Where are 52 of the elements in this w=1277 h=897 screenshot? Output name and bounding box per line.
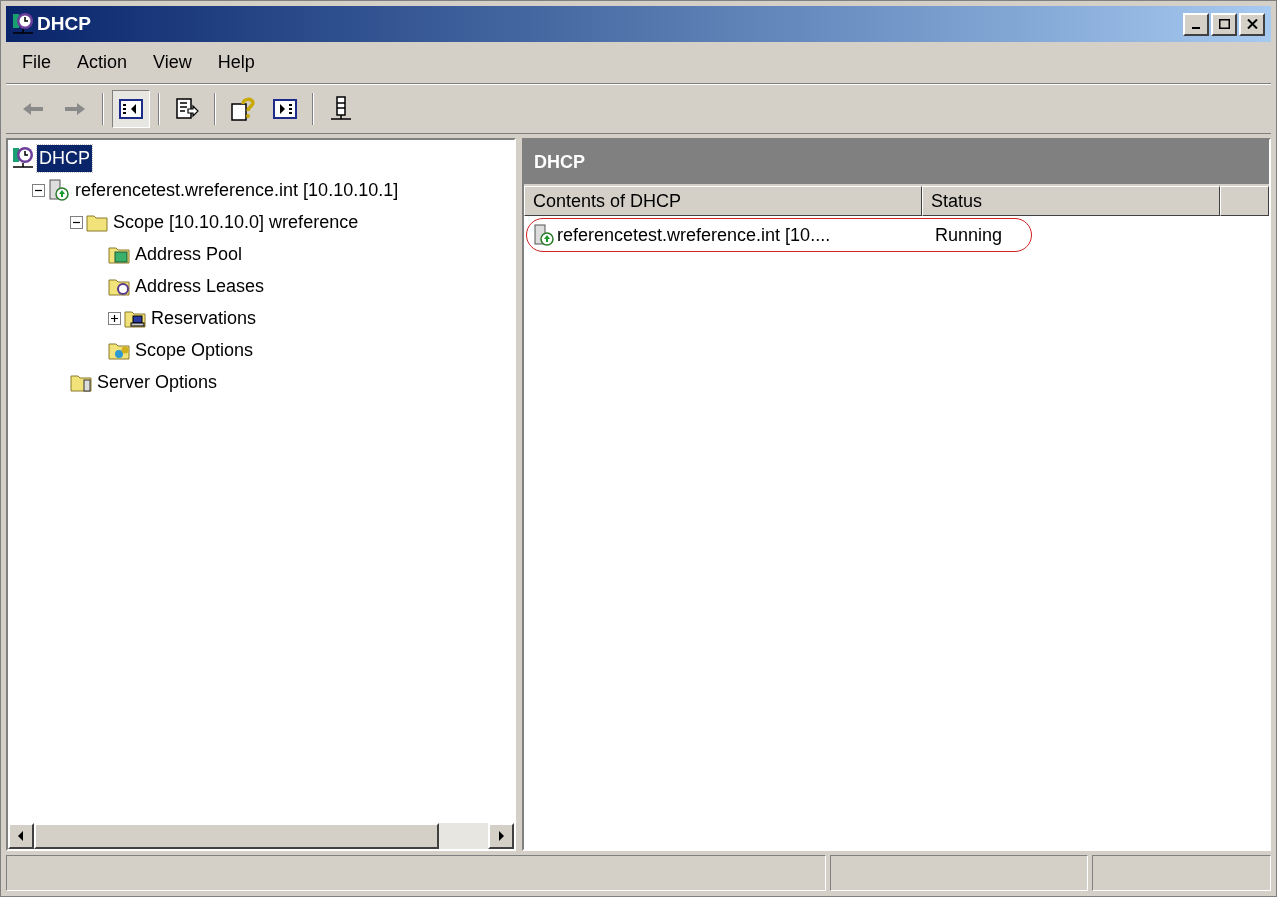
forward-arrow-icon — [64, 101, 86, 117]
server-icon — [48, 179, 70, 201]
tree-item[interactable]: Address Leases — [133, 272, 267, 300]
close-button[interactable] — [1239, 12, 1265, 36]
tree-item[interactable]: Address Pool — [133, 240, 245, 268]
menu-item[interactable]: Action — [65, 49, 140, 76]
menu-item[interactable]: View — [141, 49, 204, 76]
help-document-icon — [230, 96, 256, 122]
maximize-button[interactable] — [1211, 12, 1237, 36]
column-header[interactable]: Contents of DHCP — [524, 186, 922, 216]
window-title: DHCP — [37, 11, 91, 36]
menu-item[interactable]: Help — [205, 49, 267, 76]
split-pane-icon — [273, 99, 297, 119]
scroll-thumb[interactable] — [34, 823, 439, 849]
tree-item[interactable]: Server Options — [95, 368, 220, 396]
minimize-icon — [1192, 27, 1200, 29]
tree-item[interactable]: referencetest.wreference.int [10.10.10.1] — [73, 176, 401, 204]
left-triangle-icon — [17, 831, 25, 841]
expand-toggle[interactable] — [32, 183, 45, 197]
list-cell-text: referencetest.wreference.int [10.... — [557, 223, 832, 247]
minimize-button[interactable] — [1183, 12, 1209, 36]
tree-item[interactable]: Reservations — [149, 304, 259, 332]
horizontal-scrollbar[interactable] — [8, 823, 514, 849]
back-arrow-icon — [22, 101, 44, 117]
maximize-icon — [1218, 19, 1230, 29]
folder-gears-icon — [108, 340, 130, 360]
folder-icon — [86, 212, 108, 232]
dhcp-clock-icon — [12, 12, 34, 36]
split-pane-icon — [119, 99, 143, 119]
folder-icon — [108, 244, 130, 264]
folder-server-icon — [70, 372, 92, 392]
close-icon — [1246, 19, 1258, 29]
expand-toggle[interactable] — [108, 311, 121, 325]
pane-title: DHCP — [534, 150, 585, 174]
column-header[interactable]: Status — [922, 186, 1220, 216]
scroll-left-button[interactable] — [8, 823, 34, 849]
menu-item[interactable]: File — [10, 49, 63, 76]
folder-computer-icon — [124, 308, 146, 328]
tree-item[interactable]: Scope [10.10.10.0] wreference — [111, 208, 361, 236]
list-cell-text: Running — [935, 223, 1003, 247]
dhcp-clock-icon — [12, 146, 34, 170]
folder-clock-icon — [108, 276, 130, 296]
list-export-icon — [175, 97, 199, 121]
tree-item[interactable]: DHCP — [37, 144, 92, 172]
server-icon — [330, 96, 352, 122]
right-triangle-icon — [497, 831, 505, 841]
plus-icon — [110, 313, 119, 323]
scroll-right-button[interactable] — [488, 823, 514, 849]
tree-item[interactable]: Scope Options — [133, 336, 256, 364]
toolbar-button[interactable] — [112, 90, 150, 128]
server-icon — [533, 224, 555, 246]
expand-toggle[interactable] — [70, 215, 83, 229]
